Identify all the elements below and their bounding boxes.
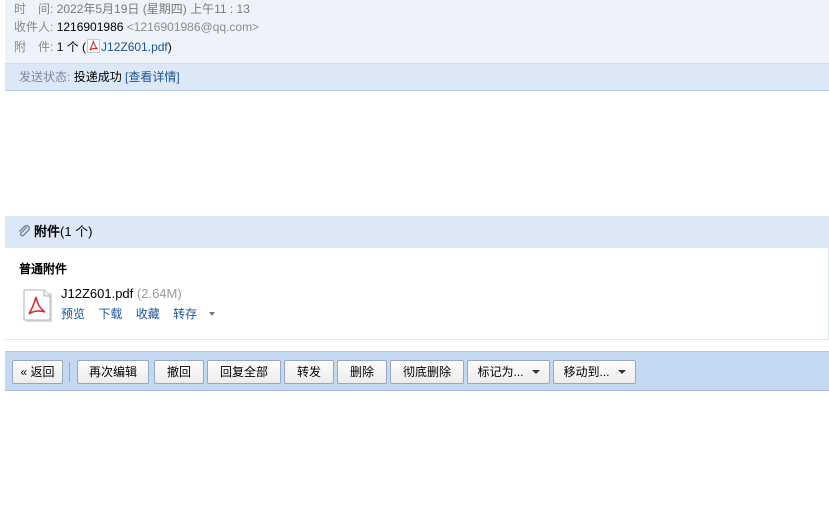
attachment-title-text: 附件 bbox=[34, 224, 61, 239]
attachment-file-link[interactable]: J12Z601.pdf bbox=[101, 40, 168, 54]
favorite-link[interactable]: 收藏 bbox=[136, 307, 160, 321]
attachment-file: J12Z601.pdf (2.64M) bbox=[61, 286, 182, 301]
attachment-title: 附件(1 个) bbox=[17, 224, 93, 240]
download-link[interactable]: 下载 bbox=[98, 307, 122, 321]
time-row: 时 间: 2022年5月19日 (星期四) 上午11 : 13 bbox=[14, 0, 250, 18]
save-to-label: 转存 bbox=[173, 307, 198, 321]
move-to-dropdown[interactable]: 移动到... bbox=[553, 360, 636, 384]
paperclip-icon bbox=[19, 224, 30, 237]
move-to-label: 移动到... bbox=[563, 365, 610, 379]
save-to-dropdown[interactable]: 转存 bbox=[173, 307, 216, 321]
delete-button[interactable]: 删除 bbox=[337, 360, 387, 384]
status-value: 投递成功 bbox=[73, 70, 122, 84]
attachment-row: 附 件: 1 个 ( J12Z601.pdf) bbox=[14, 38, 172, 56]
recipient-name[interactable]: 1216901986 bbox=[57, 20, 124, 34]
attachment-count: 1 个 ( bbox=[56, 40, 87, 54]
pdf-icon bbox=[87, 39, 101, 53]
chevron-down-icon bbox=[531, 370, 540, 374]
delete-permanently-button[interactable]: 彻底删除 bbox=[390, 360, 464, 384]
recipient-email: <1216901986@qq.com> bbox=[126, 20, 260, 34]
attachment-header: 附件(1 个) bbox=[5, 216, 829, 248]
toolbar-divider bbox=[69, 362, 70, 382]
pdf-icon[interactable] bbox=[22, 289, 54, 323]
attachment-actions: 预览 下载 收藏 转存 bbox=[61, 305, 225, 322]
mark-as-dropdown[interactable]: 标记为... bbox=[467, 360, 550, 384]
attachment-section-label: 普通附件 bbox=[19, 262, 68, 276]
forward-button[interactable]: 转发 bbox=[284, 360, 334, 384]
recall-button[interactable]: 撤回 bbox=[154, 360, 204, 384]
mark-as-label: 标记为... bbox=[477, 365, 524, 379]
attachment-panel: 普通附件 J12Z601.pdf (2.64M) 预览 下载 收藏 转存 bbox=[5, 248, 829, 340]
preview-link[interactable]: 预览 bbox=[61, 307, 85, 321]
reply-all-button[interactable]: 回复全部 bbox=[207, 360, 281, 384]
status-details-link[interactable]: [查看详情] bbox=[125, 70, 180, 84]
mail-toolbar: « 返回 再次编辑 撤回 回复全部 转发 删除 彻底删除 标记为... 移动到.… bbox=[5, 351, 829, 391]
attachment-file-name[interactable]: J12Z601.pdf bbox=[61, 286, 133, 301]
attachment-title-count: (1 个) bbox=[60, 224, 93, 239]
attachment-close: ) bbox=[167, 40, 172, 54]
send-status: 发送状态: 投递成功 [查看详情] bbox=[19, 69, 180, 85]
edit-again-button[interactable]: 再次编辑 bbox=[77, 360, 149, 384]
attachment-label: 附 件: bbox=[14, 40, 54, 54]
status-label: 发送状态: bbox=[19, 70, 71, 84]
send-status-bar: 发送状态: 投递成功 [查看详情] bbox=[5, 63, 829, 91]
back-button[interactable]: « 返回 bbox=[12, 360, 63, 384]
recipient-label: 收件人: bbox=[14, 20, 54, 34]
recipient-row: 收件人: 1216901986 <1216901986@qq.com> bbox=[14, 18, 259, 36]
time-value: 2022年5月19日 (星期四) 上午11 : 13 bbox=[56, 2, 250, 16]
chevron-down-icon bbox=[209, 312, 216, 316]
chevron-down-icon bbox=[617, 370, 626, 374]
attachment-file-size: (2.64M) bbox=[136, 286, 182, 301]
time-label: 时 间: bbox=[14, 2, 54, 16]
